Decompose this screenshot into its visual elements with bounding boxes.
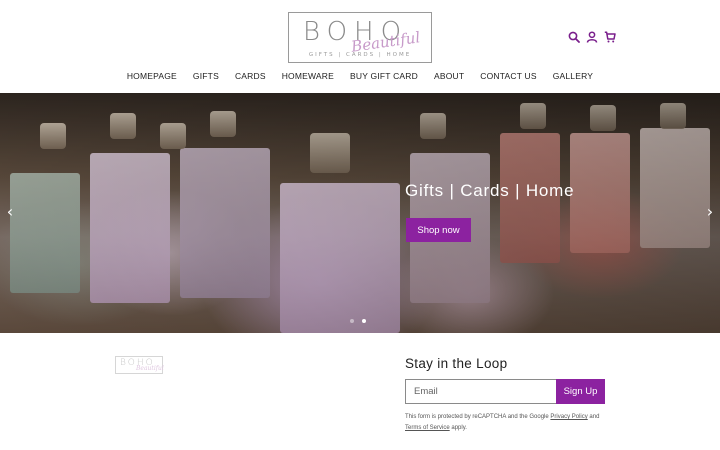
recaptcha-notice: This form is protected by reCAPTCHA and … (405, 412, 605, 434)
cart-icon[interactable] (604, 31, 616, 43)
nav-item-buy-gift-card[interactable]: BUY GIFT CARD (342, 71, 426, 81)
footer-logo[interactable]: BOHO Beautiful (115, 356, 164, 374)
nav-item-homepage[interactable]: HOMEPAGE (119, 71, 185, 81)
nav-item-cards[interactable]: CARDS (227, 71, 274, 81)
main-nav: HOMEPAGE GIFTS CARDS HOMEWARE BUY GIFT C… (0, 71, 720, 81)
site-footer: BOHO Beautiful Stay in the Loop Sign Up … (0, 333, 720, 450)
footer-logo-script: Beautiful (136, 365, 164, 372)
recaptcha-suffix: apply. (451, 425, 467, 431)
sign-up-button[interactable]: Sign Up (556, 379, 605, 404)
header-icons (568, 31, 616, 43)
nav-item-homeware[interactable]: HOMEWARE (274, 71, 342, 81)
hero-overlay (0, 93, 720, 333)
site-header: BOHO Beautiful GIFTS | CARDS | HOME HOME… (0, 0, 720, 93)
terms-of-service-link[interactable]: Terms of Service (405, 425, 450, 431)
slider-dot-1[interactable] (350, 319, 354, 323)
shop-now-button[interactable]: Shop now (406, 218, 471, 242)
slider-next-icon[interactable]: › (703, 204, 717, 220)
nav-item-gallery[interactable]: GALLERY (545, 71, 601, 81)
recaptcha-and: and (589, 414, 600, 420)
site-logo[interactable]: BOHO Beautiful GIFTS | CARDS | HOME (288, 12, 432, 63)
recaptcha-text: This form is protected by reCAPTCHA and … (405, 414, 549, 420)
slider-dot-2[interactable] (362, 319, 366, 323)
hero-title: Gifts | Cards | Home (405, 181, 575, 200)
privacy-policy-link[interactable]: Privacy Policy (550, 414, 587, 420)
logo-tagline: GIFTS | CARDS | HOME (308, 52, 412, 58)
email-input[interactable] (405, 379, 556, 404)
hero-slider: Gifts | Cards | Home Shop now ‹ › (0, 93, 720, 333)
newsletter-title: Stay in the Loop (405, 356, 508, 371)
search-icon[interactable] (568, 31, 580, 43)
nav-item-about[interactable]: ABOUT (426, 71, 472, 81)
slider-dots (350, 319, 366, 323)
slider-prev-icon[interactable]: ‹ (3, 204, 17, 220)
nav-item-gifts[interactable]: GIFTS (185, 71, 227, 81)
nav-item-contact-us[interactable]: CONTACT US (472, 71, 544, 81)
account-icon[interactable] (586, 31, 598, 43)
